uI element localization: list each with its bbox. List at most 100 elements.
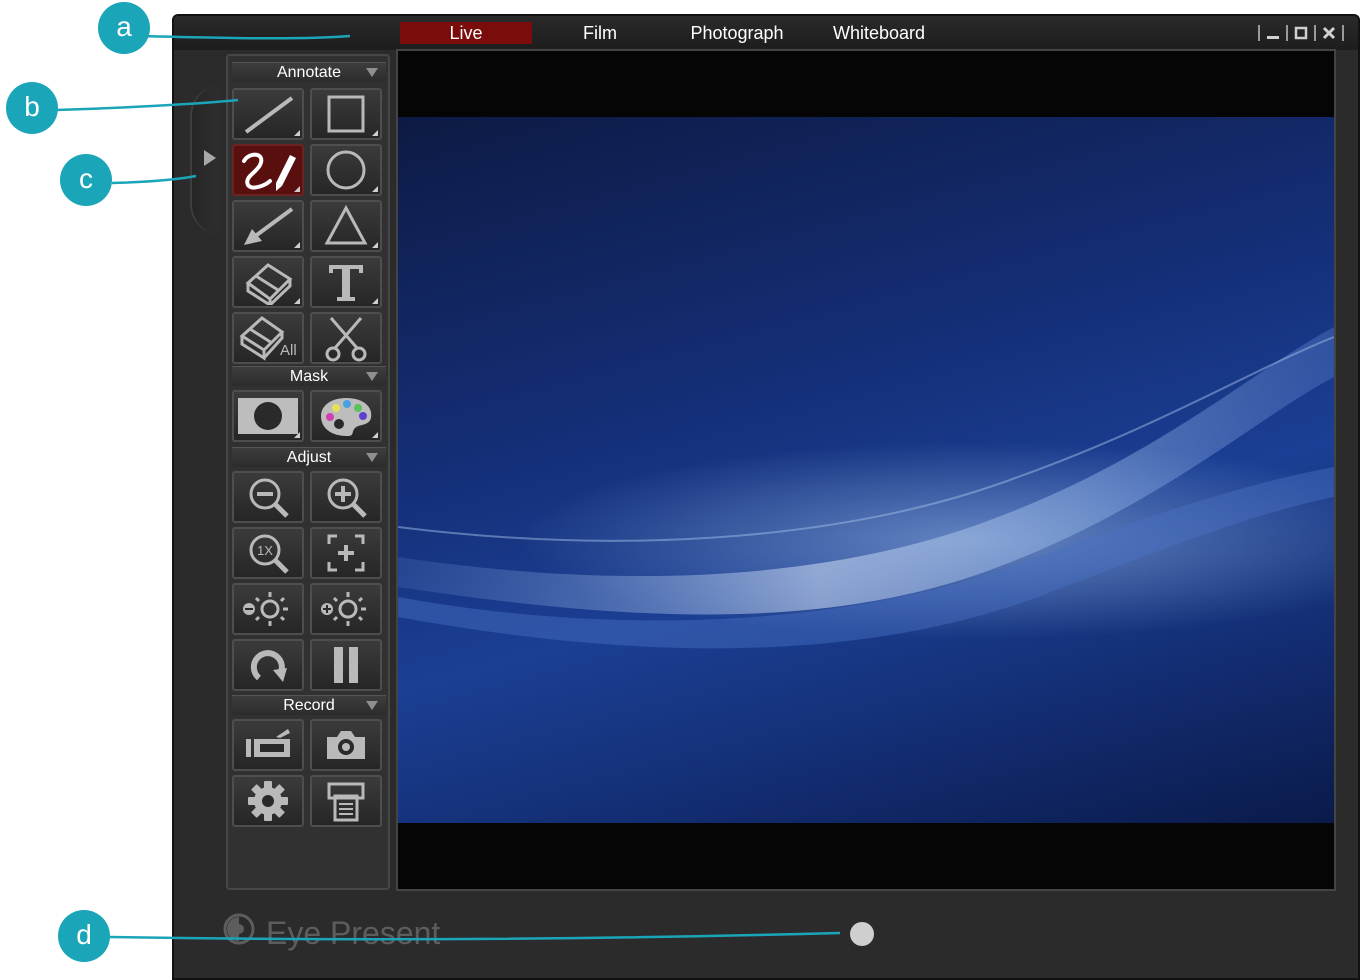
eye-logo-icon [222,912,256,954]
freehand-pen-icon [236,147,300,193]
triangle-tool-button[interactable] [310,200,382,252]
mask-button[interactable] [232,390,304,442]
section-annotate[interactable]: Annotate [232,62,386,82]
submenu-corner-icon [372,130,378,136]
zoom-out-button[interactable] [232,471,304,523]
print-button[interactable] [310,775,382,827]
mask-color-button[interactable] [310,390,382,442]
text-icon [323,259,369,305]
rectangle-icon [324,92,368,136]
brightness-up-button[interactable] [310,583,382,635]
live-preview-image [398,117,1334,823]
submenu-corner-icon [372,242,378,248]
fit-screen-button[interactable] [310,527,382,579]
triangle-icon [323,203,369,249]
dropdown-arrow-icon [366,701,378,710]
section-mask-label: Mask [289,368,329,385]
dropdown-arrow-icon [366,453,378,462]
tab-whiteboard[interactable]: Whiteboard [814,22,944,44]
settings-gear-icon [245,778,291,824]
arrow-tool-button[interactable] [232,200,304,252]
freehand-pen-tool-button[interactable] [232,144,304,196]
scissors-icon [323,314,369,362]
dropdown-arrow-icon [366,372,378,381]
settings-button[interactable] [232,775,304,827]
capture-photo-button[interactable] [310,719,382,771]
svg-text:1X: 1X [257,543,273,558]
window-controls [1254,22,1348,44]
arrow-icon [238,203,298,249]
submenu-corner-icon [372,298,378,304]
submenu-corner-icon [294,130,300,136]
section-adjust[interactable]: Adjust [232,447,386,467]
section-record-label: Record [283,697,335,714]
section-adjust-label: Adjust [286,449,332,466]
pause-icon [323,642,369,688]
record-video-button[interactable] [232,719,304,771]
zoom-in-button[interactable] [310,471,382,523]
circle-tool-button[interactable] [310,144,382,196]
callout-d: d [58,910,110,962]
tool-panel: Annotate All Mask Adjust 1X Record [226,54,390,890]
maximize-icon[interactable] [1292,24,1310,42]
divider [1342,25,1344,41]
fit-screen-icon [323,530,369,576]
line-tool-button[interactable] [232,88,304,140]
callout-c: c [60,154,112,206]
submenu-corner-icon [372,432,378,438]
title-bar: Live Film Photograph Whiteboard [174,16,1358,50]
erase-all-tool-button[interactable]: All [232,312,304,364]
eraser-icon [238,259,298,305]
line-icon [238,92,298,136]
text-tool-button[interactable] [310,256,382,308]
zoom-in-icon [323,474,369,520]
status-indicator-knob[interactable] [850,922,874,946]
submenu-corner-icon [294,298,300,304]
callout-b: b [6,82,58,134]
divider [1286,25,1288,41]
divider [1258,25,1260,41]
video-camera-icon [242,725,294,765]
close-icon[interactable] [1320,24,1338,42]
camera-icon [323,725,369,765]
divider [1314,25,1316,41]
print-icon [323,778,369,824]
scissors-tool-button[interactable] [310,312,382,364]
tab-live[interactable]: Live [400,22,532,44]
expand-arrow-icon [204,150,216,166]
brightness-up-icon [316,586,376,632]
eye-present-logo: Eye Present [222,912,440,954]
palette-icon [317,394,375,438]
section-mask[interactable]: Mask [232,366,386,386]
brightness-down-button[interactable] [232,583,304,635]
tab-photograph[interactable]: Photograph [668,22,806,44]
submenu-corner-icon [294,186,300,192]
dropdown-arrow-icon [366,68,378,77]
eraser-tool-button[interactable] [232,256,304,308]
submenu-corner-icon [372,186,378,192]
zoom-out-icon [245,474,291,520]
section-annotate-label: Annotate [276,64,342,81]
pause-button[interactable] [310,639,382,691]
zoom-1x-button[interactable]: 1X [232,527,304,579]
erase-all-icon: All [236,314,300,362]
mask-icon [236,394,300,438]
rectangle-tool-button[interactable] [310,88,382,140]
submenu-corner-icon [294,242,300,248]
submenu-corner-icon [294,432,300,438]
erase-all-label: All [280,342,297,359]
wave-graphic [398,327,1334,649]
rotate-icon [245,642,291,688]
minimize-icon[interactable] [1264,24,1282,42]
rotate-button[interactable] [232,639,304,691]
callout-a: a [98,2,150,54]
circle-icon [323,147,369,193]
live-display-area[interactable] [396,49,1336,891]
section-record[interactable]: Record [232,695,386,715]
app-window: Live Film Photograph Whiteboard Annotate… [172,14,1360,980]
brightness-down-icon [238,586,298,632]
panel-toggle-tab[interactable] [190,86,220,234]
logo-text: Eye Present [266,914,441,951]
zoom-1x-icon: 1X [245,530,291,576]
tab-film[interactable]: Film [534,22,666,44]
